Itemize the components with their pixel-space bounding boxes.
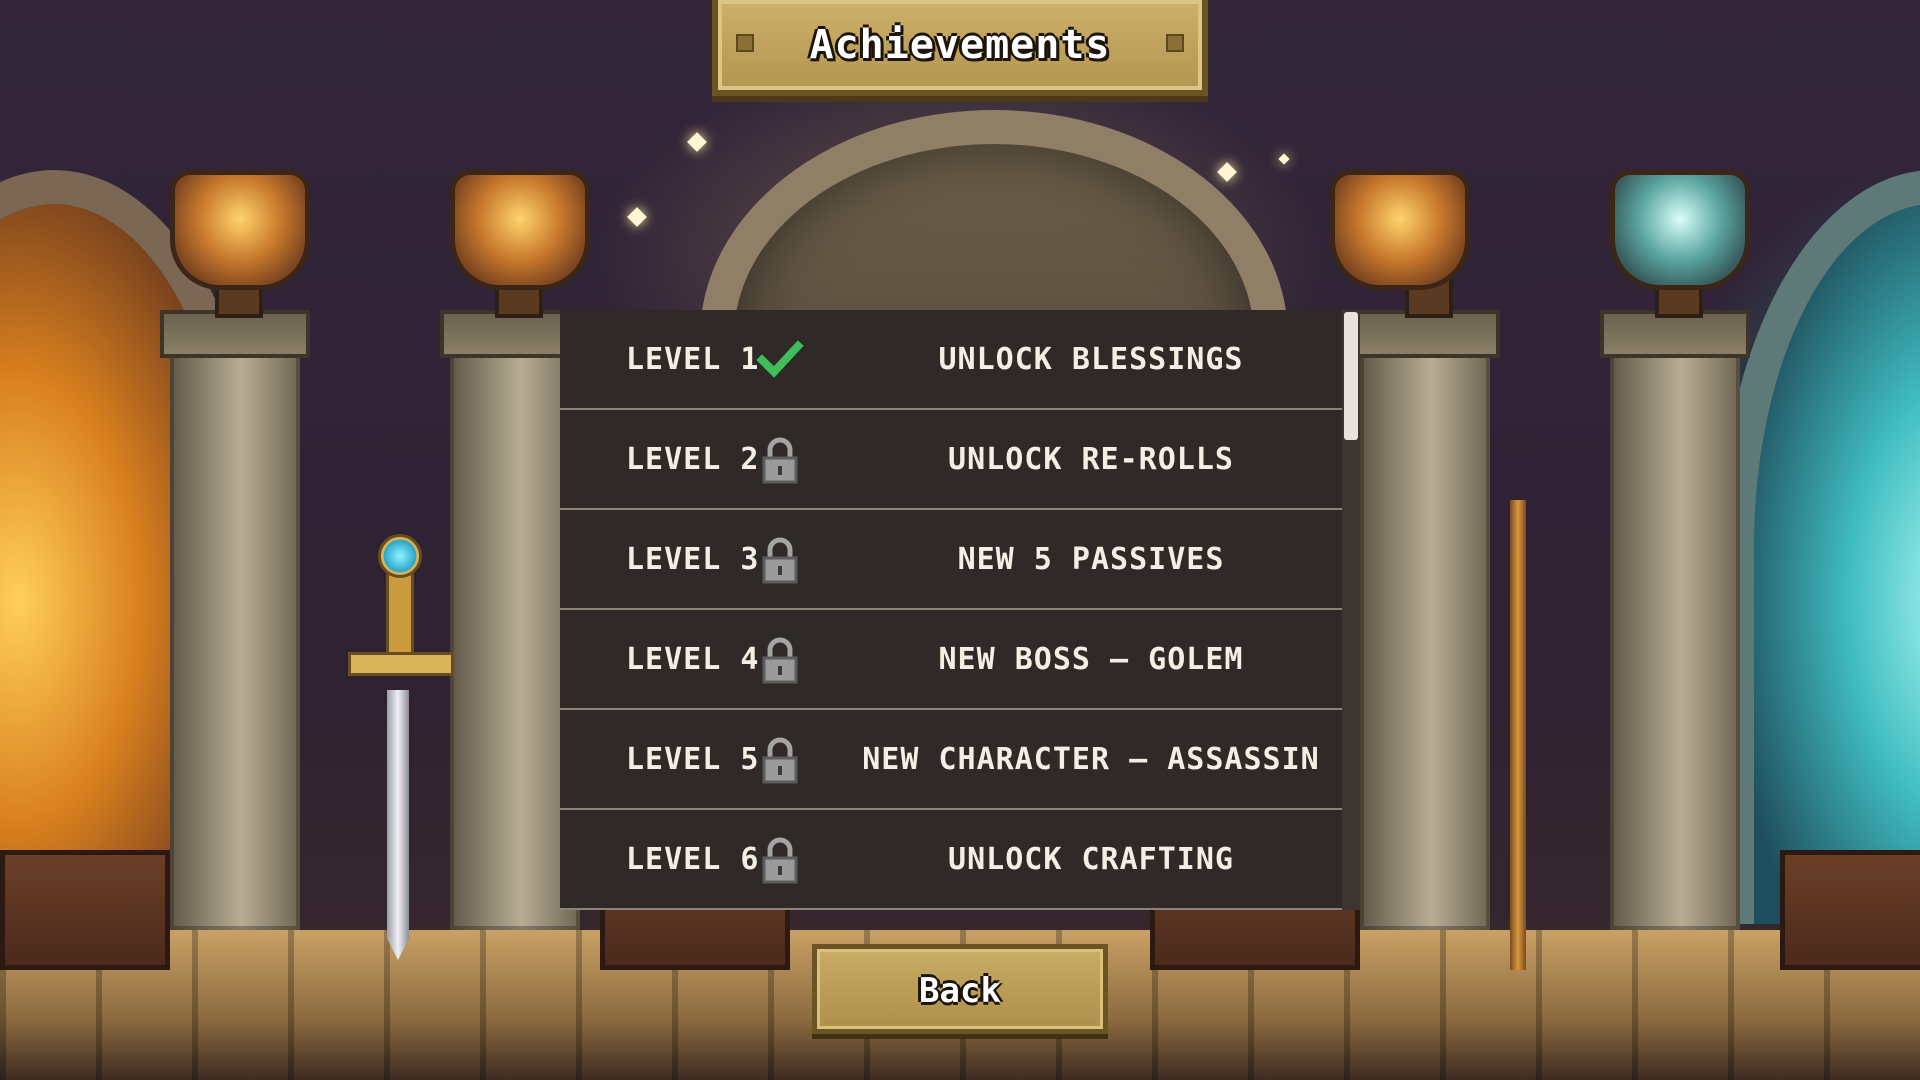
achievement-row[interactable]: LEVEL 6 UNLOCK CRAFTING [560, 810, 1342, 910]
achievement-reward: NEW 5 PASSIVES [957, 542, 1225, 577]
achievement-reward: UNLOCK RE-ROLLS [948, 442, 1234, 477]
lock-icon [762, 737, 798, 784]
stone-pillar [170, 330, 300, 930]
achievement-reward: UNLOCK BLESSINGS [938, 342, 1244, 377]
treasure-chest [1780, 850, 1920, 970]
achievement-level: LEVEL 3 [626, 542, 760, 577]
back-button-label: Back [919, 971, 1001, 1011]
lock-icon [762, 437, 798, 484]
fire-urn [170, 170, 310, 290]
achievement-level: LEVEL 1 [626, 342, 760, 377]
fire-urn [1330, 170, 1470, 290]
crystal-urn [1610, 170, 1750, 290]
fire-urn [450, 170, 590, 290]
achievement-level: LEVEL 6 [626, 842, 760, 877]
lock-icon [762, 637, 798, 684]
achievement-row[interactable]: LEVEL 5 NEW CHARACTER – ASSASSIN [560, 710, 1342, 810]
scrollbar-thumb[interactable] [1344, 312, 1358, 440]
lock-icon [762, 537, 798, 584]
stone-pillar [1610, 330, 1740, 930]
achievement-row[interactable]: LEVEL 4 NEW BOSS – GOLEM [560, 610, 1342, 710]
treasure-chest [0, 850, 170, 970]
magic-staff [1510, 500, 1526, 970]
check-icon [756, 340, 804, 378]
achievement-row[interactable]: LEVEL 2 UNLOCK RE-ROLLS [560, 410, 1342, 510]
sword-blade [387, 690, 409, 960]
list-scrollbar[interactable] [1342, 310, 1360, 910]
lock-icon [762, 837, 798, 884]
stone-pillar [1360, 330, 1490, 930]
achievement-reward: NEW CHARACTER – ASSASSIN [862, 742, 1320, 777]
achievement-row[interactable]: LEVEL 1 UNLOCK BLESSINGS [560, 310, 1342, 410]
achievement-level: LEVEL 2 [626, 442, 760, 477]
achievement-level: LEVEL 5 [626, 742, 760, 777]
title-banner: Achievements [712, 0, 1208, 96]
achievement-level: LEVEL 4 [626, 642, 760, 677]
achievements-list[interactable]: LEVEL 1 UNLOCK BLESSINGS LEVEL 2 UNLOCK … [560, 310, 1342, 910]
achievement-reward: NEW BOSS – GOLEM [938, 642, 1244, 677]
sword-gem-icon [378, 534, 422, 578]
achievements-screen: Achievements LEVEL 1 UNLOCK BLESSINGS LE… [0, 0, 1920, 1080]
back-button[interactable]: Back [812, 944, 1108, 1034]
achievement-row[interactable]: LEVEL 3 NEW 5 PASSIVES [560, 510, 1342, 610]
sword-guard [348, 652, 454, 676]
achievement-reward: UNLOCK CRAFTING [948, 842, 1234, 877]
screen-title: Achievements [809, 22, 1111, 68]
